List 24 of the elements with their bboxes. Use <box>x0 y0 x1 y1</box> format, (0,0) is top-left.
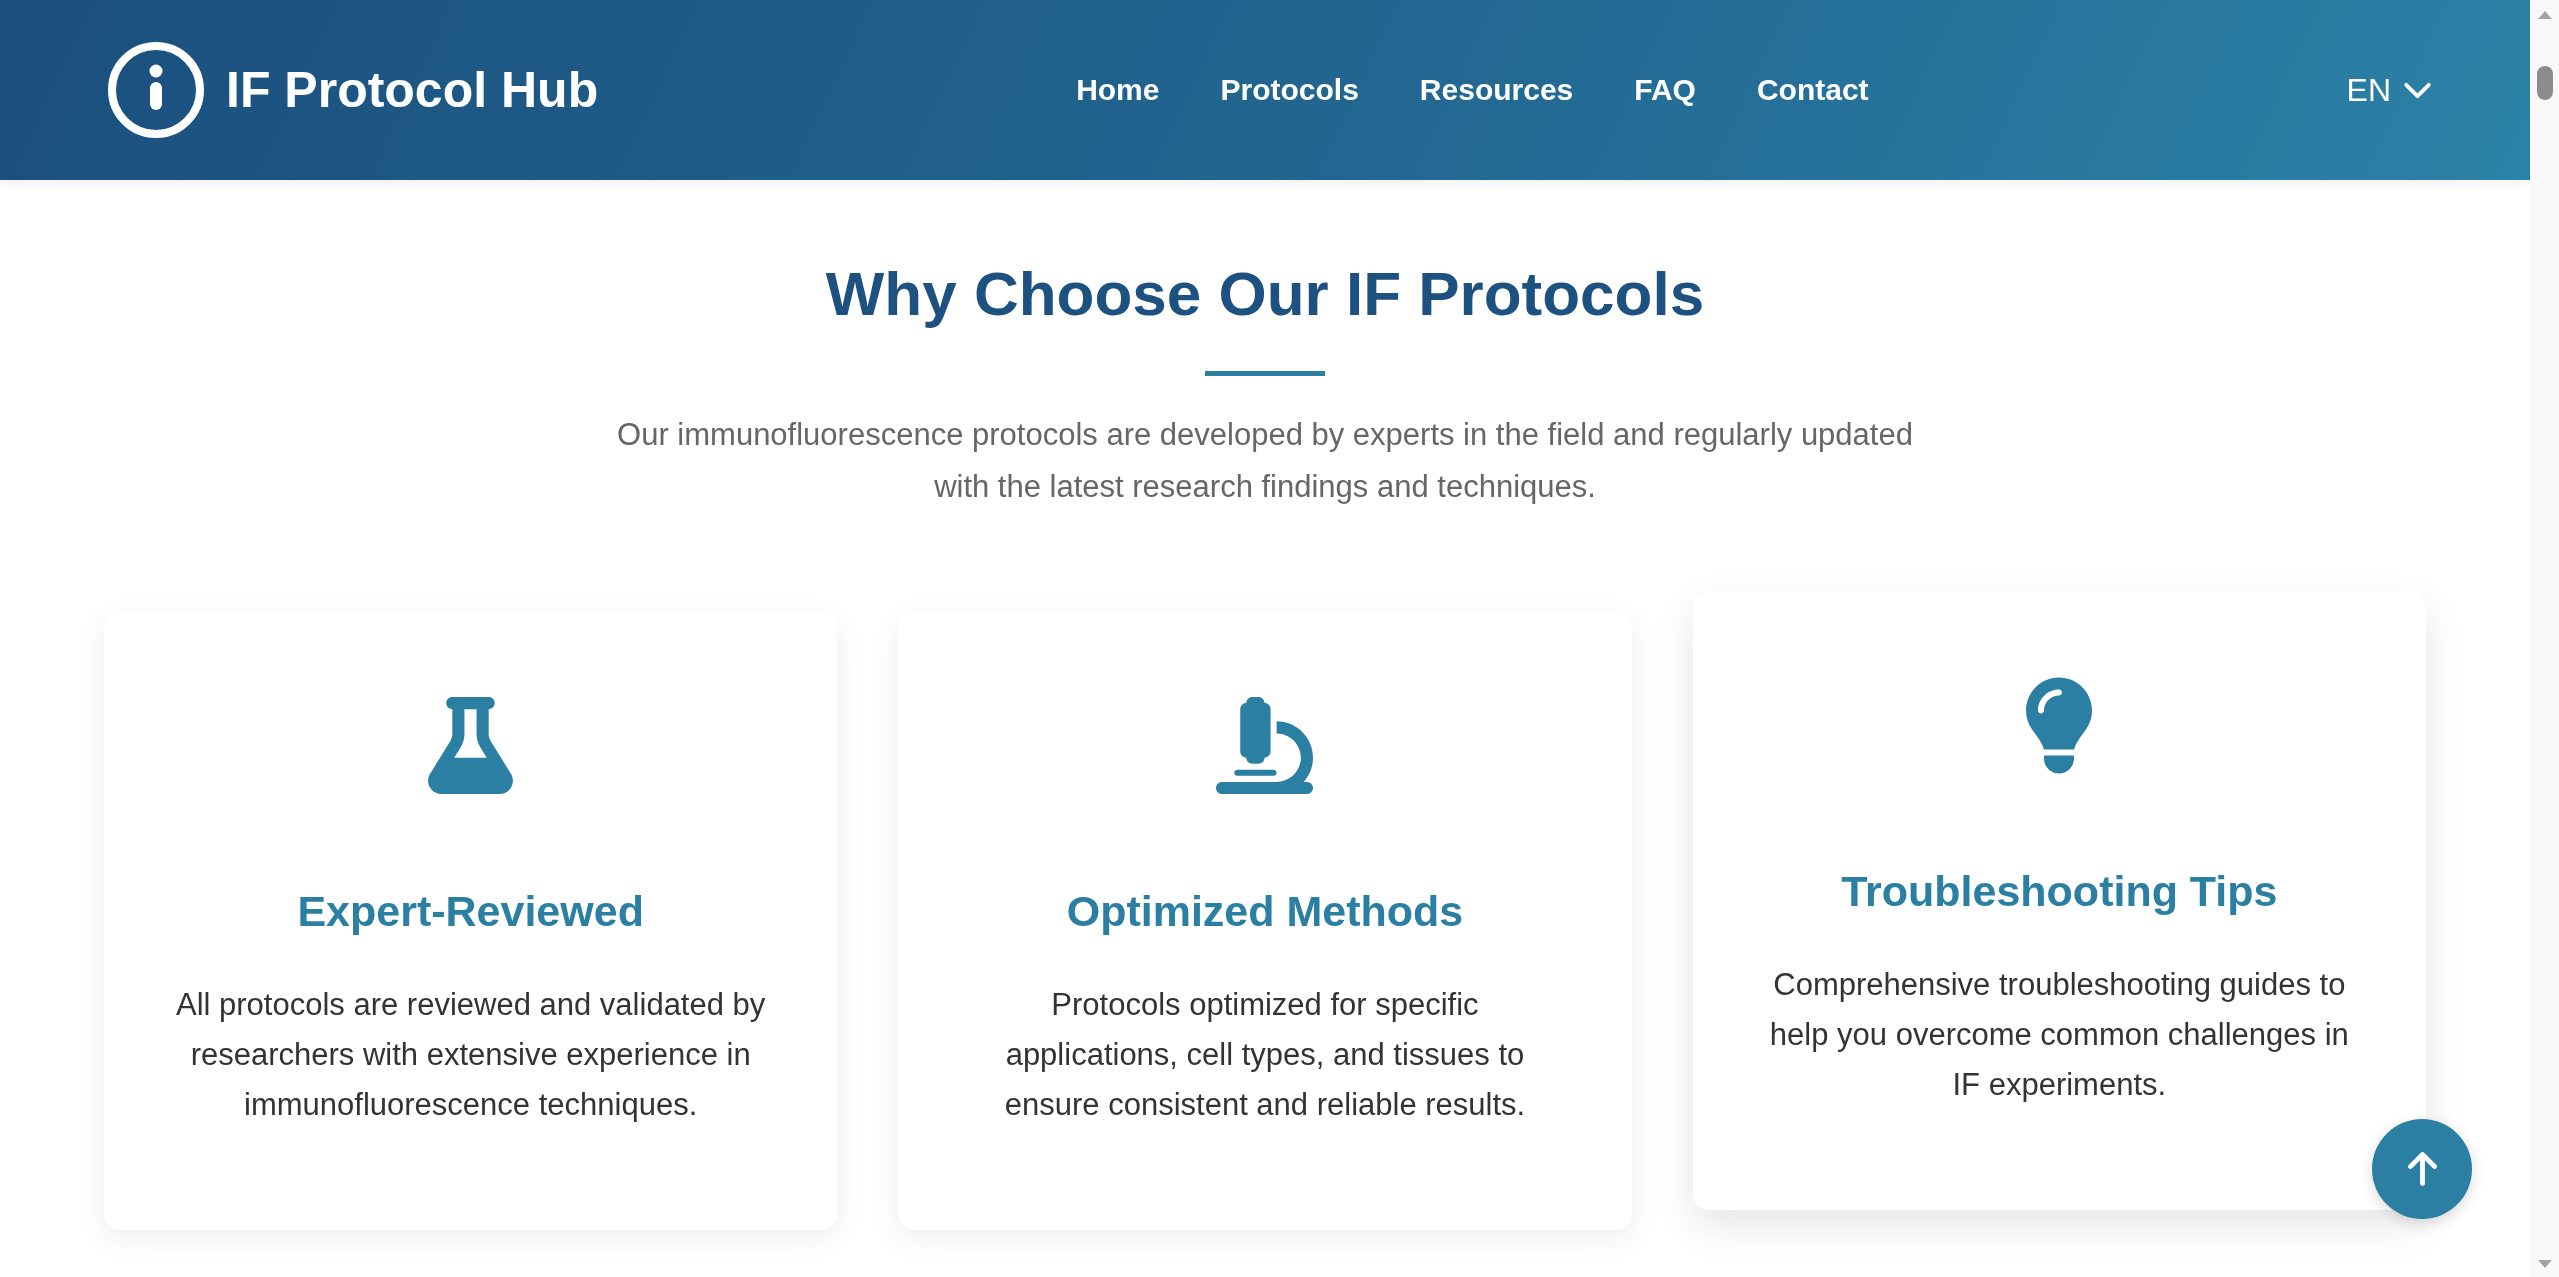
home-logo-link[interactable]: IF Protocol Hub <box>108 42 599 138</box>
microscope-icon <box>1216 697 1314 795</box>
section-description: Our immunofluorescence protocols are developed by experts in the field and regularly updated with the latest research findings and techniques. <box>616 416 1914 507</box>
scrollbar-thumb[interactable] <box>2536 66 2553 100</box>
chevron-down-icon <box>2403 81 2432 99</box>
section-title: Why Choose Our IF Protocols <box>825 258 1705 330</box>
flask-icon <box>428 697 514 795</box>
feature-description: Protocols optimized for specific applications, cell types, and tissues to ensure consistent and reliable results. <box>1003 986 1527 1124</box>
language-selector[interactable]: EN <box>2346 71 2432 109</box>
nav-link[interactable]: Protocols <box>1220 73 1359 107</box>
feature-title: Troubleshooting Tips <box>1841 866 2278 918</box>
arrow-up-icon <box>2407 1152 2437 1186</box>
lightbulb-icon <box>2026 677 2093 775</box>
info-icon <box>108 42 204 138</box>
feature-title: Optimized Methods <box>1066 886 1464 938</box>
nav-link[interactable]: Resources <box>1419 73 1574 107</box>
feature-description: Comprehensive troubleshooting guides to help you overcome common challenges in IF experiments. <box>1768 966 2350 1104</box>
nav-link[interactable]: Home <box>1076 73 1160 107</box>
feature-title: Expert-Reviewed <box>297 886 644 938</box>
scroll-down-arrow-icon[interactable] <box>2537 1260 2552 1268</box>
scroll-up-arrow-icon[interactable] <box>2537 11 2552 19</box>
nav-link[interactable]: FAQ <box>1634 73 1696 107</box>
feature-description: All protocols are reviewed and validated by researchers with extensive experience in immunofluorescence techniques. <box>175 986 767 1124</box>
nav-link[interactable]: Contact <box>1756 73 1869 107</box>
